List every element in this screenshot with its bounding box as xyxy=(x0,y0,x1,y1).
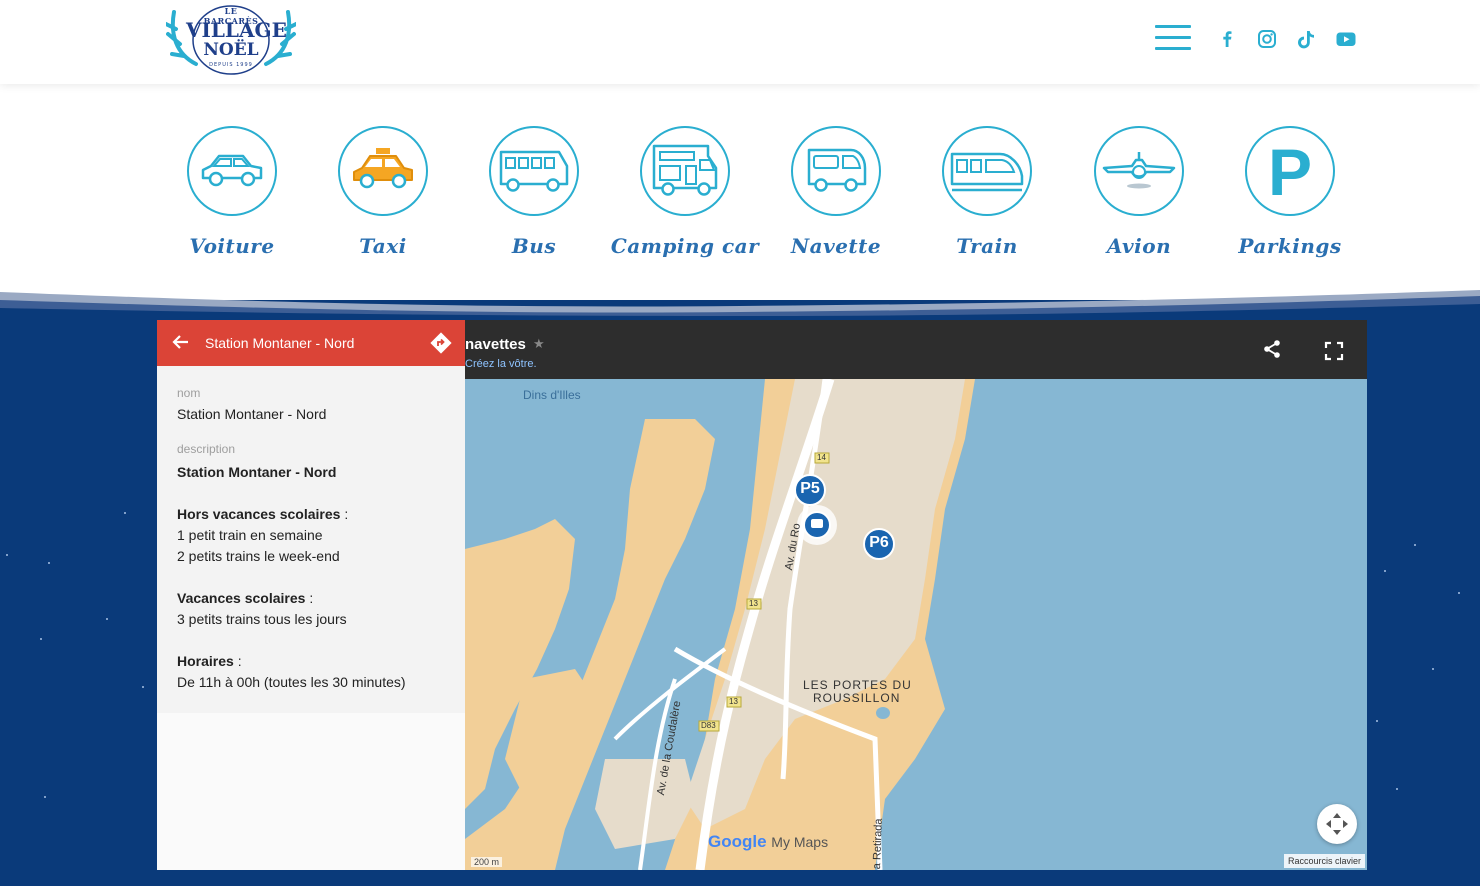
panel-title: Station Montaner - Nord xyxy=(205,335,355,351)
description-value: Station Montaner - Nord Hors vacances sc… xyxy=(177,462,445,693)
transport-label: Navette xyxy=(790,234,882,258)
map-title-bar: navettes ★ Créez la vôtre. xyxy=(465,320,1367,379)
hors-title: Hors vacances scolaires xyxy=(177,506,341,522)
site-header: LE BARCARÈS VILLAGE NOËL DEPUIS 1999 xyxy=(0,0,1480,84)
youtube-icon[interactable] xyxy=(1335,28,1357,50)
parking-marker-p5[interactable]: P5 xyxy=(798,480,822,498)
name-value: Station Montaner - Nord xyxy=(177,406,327,422)
transport-shuttle[interactable]: Navette xyxy=(761,126,911,258)
colon: : xyxy=(233,653,242,669)
plane-icon xyxy=(1094,126,1184,216)
transport-train[interactable]: Train xyxy=(912,126,1062,258)
share-icon[interactable] xyxy=(1261,338,1283,360)
transport-label: Train xyxy=(956,234,1018,258)
colon: : xyxy=(305,590,314,606)
hamburger-menu-icon[interactable] xyxy=(1155,25,1191,53)
map-label-road-retirada: a Retirada xyxy=(871,818,885,870)
horaires-title: Horaires xyxy=(177,653,234,669)
map-road-shield-d83: D83 xyxy=(701,721,716,730)
vac-line-1: 3 petits trains tous les jours xyxy=(177,611,347,627)
transport-options: Voiture Taxi Bus Camping car Navette Tra… xyxy=(0,84,1480,298)
transport-plane[interactable]: Avion xyxy=(1064,126,1214,258)
description-label: description xyxy=(177,442,236,456)
transport-label: Bus xyxy=(511,234,557,258)
mymaps-wordmark: My Maps xyxy=(771,834,829,850)
create-map-link[interactable]: Créez la vôtre. xyxy=(465,358,537,370)
site-logo[interactable]: LE BARCARÈS VILLAGE NOËL DEPUIS 1999 xyxy=(166,4,296,76)
transport-camper[interactable]: Camping car xyxy=(610,126,760,258)
map-label-portes-1: LES PORTES DU xyxy=(803,678,912,692)
hors-line-1: 1 petit train en semaine xyxy=(177,527,323,543)
map-label-dins: Dins d'Illes xyxy=(523,388,581,402)
back-arrow-icon[interactable] xyxy=(171,332,191,352)
transport-label: Avion xyxy=(1106,234,1172,258)
transport-label: Voiture xyxy=(189,234,275,258)
embedded-map[interactable]: Dins d'Illes LES PORTES DU ROUSSILLON Av… xyxy=(157,320,1367,870)
map-road-shield-13b: 13 xyxy=(729,697,738,706)
facebook-icon[interactable] xyxy=(1216,28,1238,50)
map-road-shield-13a: 13 xyxy=(749,599,758,608)
star-icon[interactable]: ★ xyxy=(533,336,545,352)
vac-title: Vacances scolaires xyxy=(177,590,306,606)
keyboard-shortcuts-link[interactable]: Raccourcis clavier xyxy=(1283,854,1365,868)
panel-header: Station Montaner - Nord xyxy=(157,320,465,366)
horaires-line-1: De 11h à 00h (toutes les 30 minutes) xyxy=(177,674,406,690)
transport-parking[interactable]: P Parkings xyxy=(1215,126,1365,258)
transport-label: Taxi xyxy=(359,234,407,258)
logo-line-2: VILLAGE xyxy=(186,18,287,42)
tiktok-icon[interactable] xyxy=(1295,28,1317,50)
fullscreen-icon[interactable] xyxy=(1323,340,1345,362)
panel-body: nom Station Montaner - Nord description … xyxy=(157,366,465,713)
name-label: nom xyxy=(177,386,201,400)
shuttle-icon xyxy=(791,126,881,216)
recenter-icon[interactable] xyxy=(1317,804,1357,844)
instagram-icon[interactable] xyxy=(1256,28,1278,50)
train-icon xyxy=(942,126,1032,216)
map-canvas[interactable]: Dins d'Illes LES PORTES DU ROUSSILLON Av… xyxy=(465,377,1367,870)
google-my-maps-logo: Google My Maps xyxy=(708,832,828,852)
map-road-shield-14: 14 xyxy=(817,453,826,462)
parking-icon: P xyxy=(1245,126,1335,216)
directions-icon[interactable] xyxy=(429,331,453,355)
logo-line-3: NOËL xyxy=(203,40,259,60)
wave-divider xyxy=(0,290,1480,320)
car-icon xyxy=(187,126,277,216)
camper-icon xyxy=(640,126,730,216)
parking-marker-p6[interactable]: P6 xyxy=(867,534,891,552)
transport-taxi[interactable]: Taxi xyxy=(308,126,458,258)
map-scale: 200 m xyxy=(471,857,503,867)
svg-text:P: P xyxy=(1268,135,1312,209)
map-title: navettes xyxy=(465,336,526,353)
google-wordmark: Google xyxy=(708,832,767,851)
transport-bus[interactable]: Bus xyxy=(459,126,609,258)
hors-line-2: 2 petits trains le week-end xyxy=(177,548,340,564)
colon: : xyxy=(340,506,349,522)
transport-label: Camping car xyxy=(610,234,760,258)
map-tiles xyxy=(465,377,1367,870)
taxi-icon xyxy=(338,126,428,216)
transport-label: Parkings xyxy=(1238,234,1342,258)
transport-car[interactable]: Voiture xyxy=(157,126,307,258)
desc-title: Station Montaner - Nord xyxy=(177,464,337,480)
place-details-panel: Station Montaner - Nord nom Station Mont… xyxy=(157,320,465,870)
bus-icon xyxy=(489,126,579,216)
map-label-portes-2: ROUSSILLON xyxy=(813,691,901,705)
logo-line-4: DEPUIS 1999 xyxy=(209,62,253,68)
